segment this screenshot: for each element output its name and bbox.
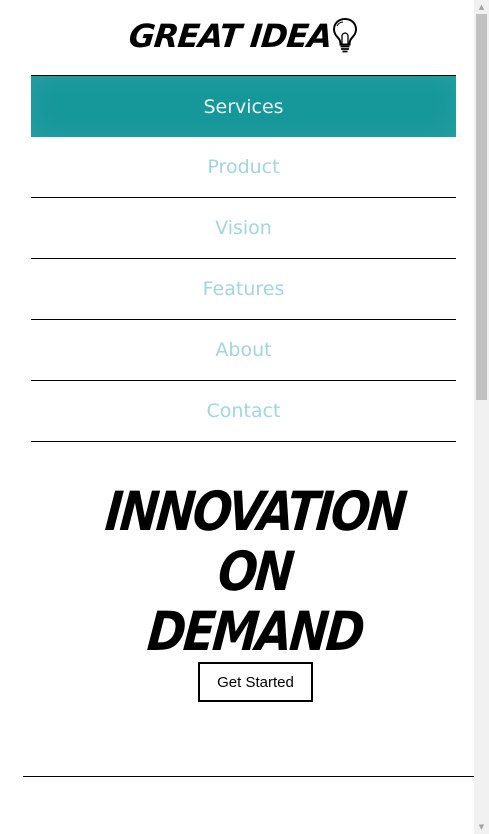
chevron-up-icon[interactable]: ▲ — [474, 0, 489, 14]
nav-item-contact[interactable]: Contact — [31, 381, 456, 442]
logo-text: GREAT IDEA — [126, 17, 334, 55]
nav-item-product[interactable]: Product — [31, 137, 456, 198]
nav-item-features[interactable]: Features — [31, 259, 456, 320]
section-divider — [23, 776, 476, 777]
hero-headline-line-2: ON — [215, 540, 295, 603]
get-started-button[interactable]: Get Started — [198, 662, 313, 702]
hero: INNOVATION ON DEMAND — [0, 480, 489, 663]
hero-headline-line-3: DEMAND — [145, 600, 366, 663]
nav-item-label: Product — [207, 156, 280, 178]
vertical-scrollbar[interactable]: ▲ ▼ — [474, 0, 489, 834]
lightbulb-icon — [333, 17, 358, 53]
cta-wrapper: Get Started — [198, 662, 313, 702]
nav-item-label: Contact — [206, 400, 281, 422]
nav-item-vision[interactable]: Vision — [31, 198, 456, 259]
chevron-down-icon[interactable]: ▼ — [474, 820, 489, 834]
nav-item-label: Vision — [215, 217, 272, 239]
nav-item-label: About — [215, 339, 272, 361]
scrollbar-thumb[interactable] — [476, 14, 487, 400]
page: GREAT IDEA Services Product Vision Featu… — [0, 0, 489, 834]
logo[interactable]: GREAT IDEA — [0, 14, 474, 58]
nav-item-about[interactable]: About — [31, 320, 456, 381]
nav-item-services[interactable]: Services — [31, 76, 456, 137]
hero-headline-line-1: INNOVATION — [102, 480, 408, 543]
nav-item-label: Features — [202, 278, 285, 300]
content: GREAT IDEA Services Product Vision Featu… — [0, 0, 476, 834]
nav-item-label: Services — [203, 95, 284, 118]
main-nav: Services Product Vision Features About C… — [31, 75, 456, 442]
